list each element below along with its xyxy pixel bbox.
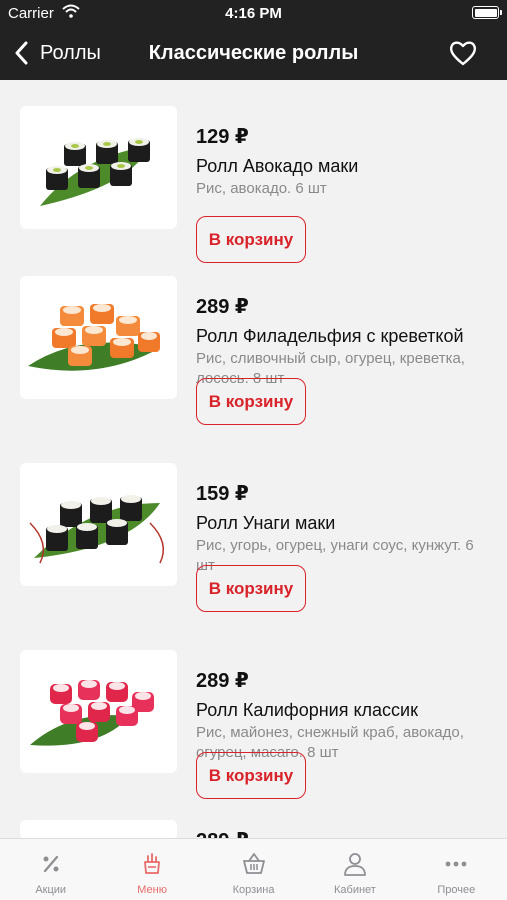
product-name: Ролл Калифорния классик [196,700,418,720]
header: Carrier 4:16 PM Роллы Классические роллы [0,0,507,80]
page-title: Классические роллы [148,42,359,64]
product-image[interactable] [20,463,177,586]
tab-label: Прочее [437,884,476,896]
tab-label: Меню [137,884,167,896]
product-price: 289 ₽ [196,670,249,692]
add-to-cart-button[interactable]: В корзину [196,378,306,425]
status-time: 4:16 PM [225,5,282,22]
tab-label: Акции [35,884,67,896]
tab-promotions[interactable]: Акции [0,839,101,900]
tab-more[interactable]: Прочее [406,839,507,900]
add-to-cart-button[interactable]: В корзину [196,216,306,263]
tab-label: Кабинет [334,884,376,896]
more-icon [445,861,467,867]
product-image[interactable] [20,106,177,229]
tab-cart[interactable]: Корзина [203,839,304,900]
roll-illustration [29,495,165,564]
basket-icon [242,853,265,874]
roll-illustration [40,138,150,206]
product-name: Ролл Филадельфия с креветкой [196,326,464,346]
percent-icon [43,855,59,873]
product-price: 159 ₽ [196,483,249,505]
roll-illustration [28,304,160,371]
tab-account[interactable]: Кабинет [304,839,405,900]
status-bar: Carrier 4:16 PM [0,0,507,30]
product-name: Ролл Авокадо маки [196,156,359,176]
battery-icon [472,6,502,19]
person-icon [344,853,366,876]
product-image[interactable] [20,650,177,773]
product-price: 129 ₽ [196,126,249,148]
product-price: 289 ₽ [196,296,249,318]
roll-illustration [30,680,154,746]
tab-menu[interactable]: Меню [101,839,202,900]
product-image[interactable] [20,820,177,840]
add-to-cart-button[interactable]: В корзину [196,752,306,799]
navigation-bar: Роллы Классические роллы [0,30,507,80]
product-name: Ролл Унаги маки [196,513,336,533]
product-description: Рис, авокадо. 6 шт [196,180,327,197]
tab-label: Корзина [232,884,275,896]
product-image[interactable] [20,276,177,399]
add-to-cart-button[interactable]: В корзину [196,565,306,612]
heart-icon[interactable] [449,40,477,66]
menu-icon [144,853,161,874]
tab-bar: Акции Меню Корзина Кабинет Прочее [0,838,507,900]
